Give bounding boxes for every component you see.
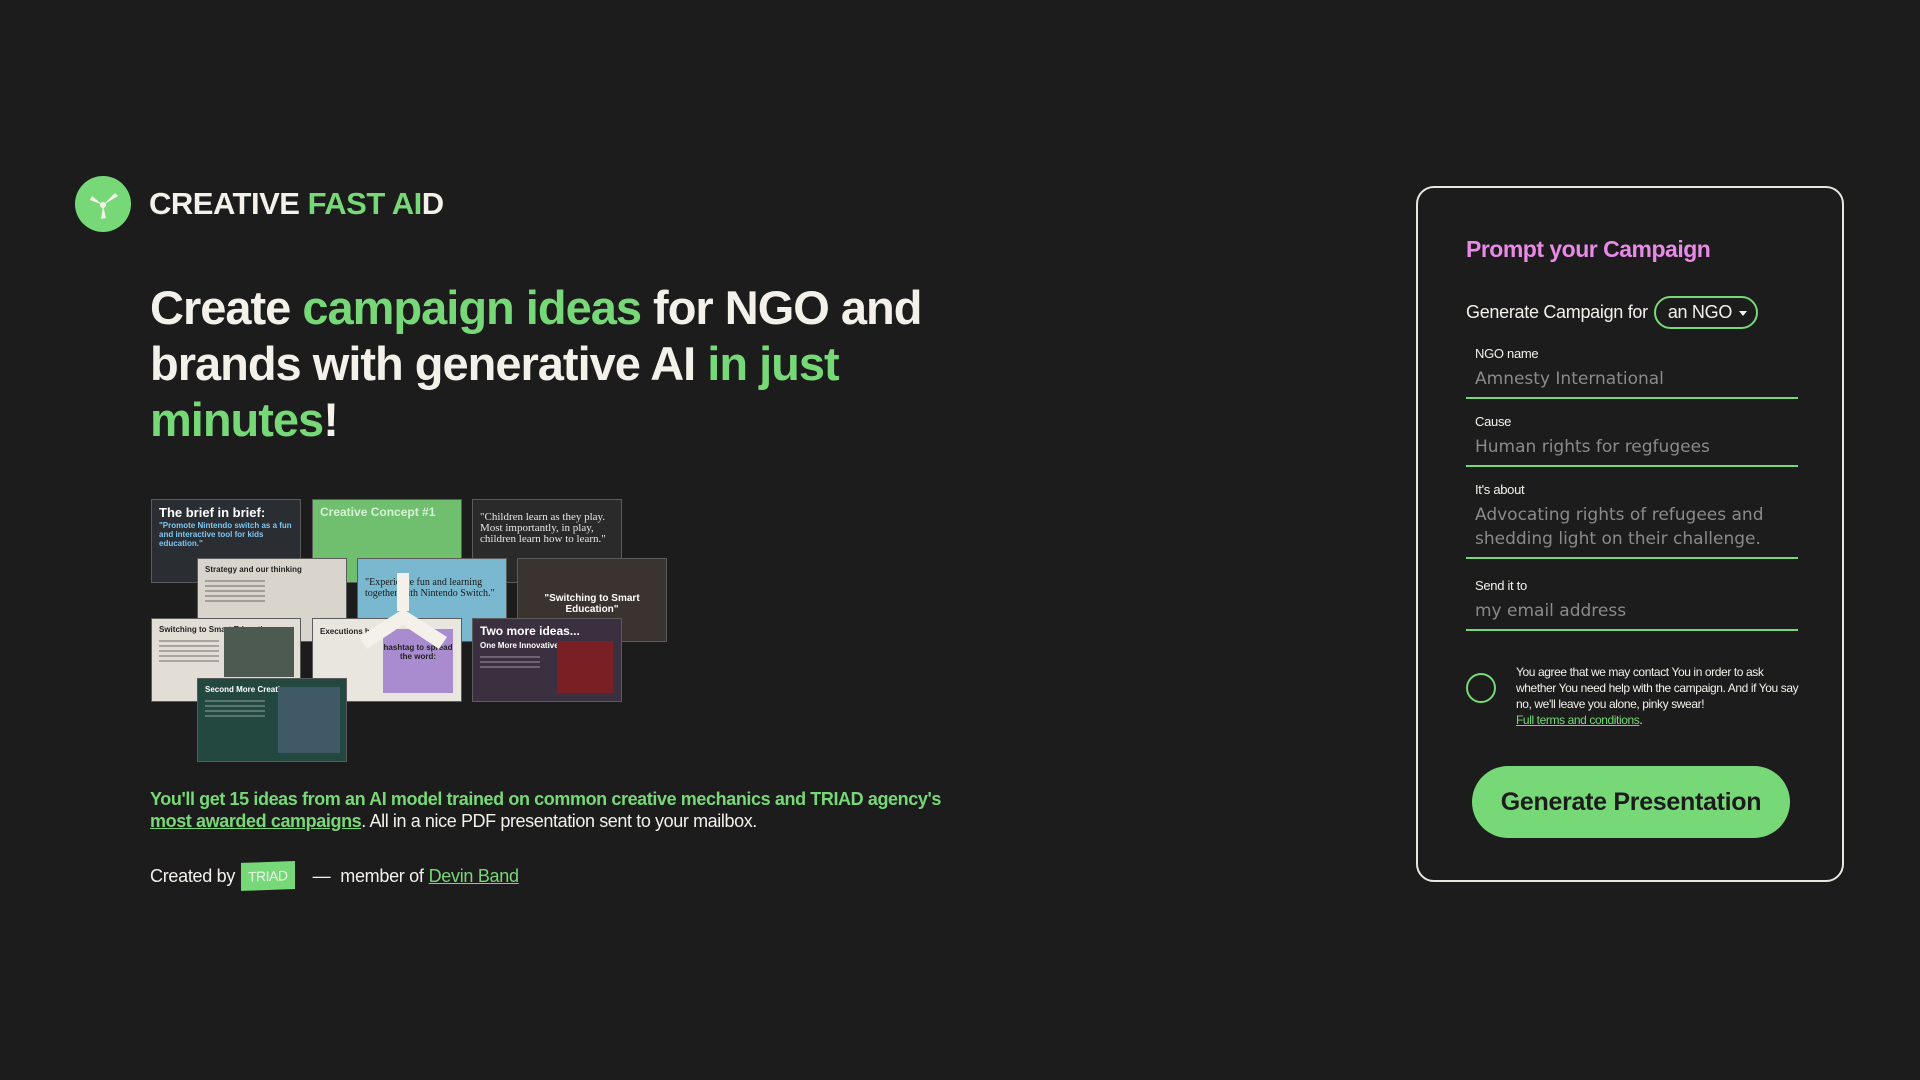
propeller-watermark-icon: [359, 573, 447, 649]
generate-for-row: Generate Campaign for an NGO: [1466, 296, 1759, 329]
landing-page: CREATIVE FAST AID Create campaign ideas …: [0, 0, 1920, 1080]
presentation-preview-collage: The brief in brief: "Promote Nintendo sw…: [150, 498, 670, 768]
credit-line: Created by TRIAD — member of Devin Band: [150, 861, 519, 891]
most-awarded-campaigns-link[interactable]: most awarded campaigns: [150, 811, 362, 831]
slide-photo: [278, 687, 340, 753]
page-headline: Create campaign ideas for NGO and brands…: [150, 281, 922, 446]
propeller-icon: [75, 176, 131, 232]
brand-name: CREATIVE FAST AID: [149, 186, 444, 221]
generate-for-select[interactable]: an NGO: [1653, 296, 1759, 329]
slide-photo: [557, 641, 613, 693]
devin-band-link[interactable]: Devin Band: [429, 866, 519, 887]
slide-two-more-ideas: Two more ideas... One More Innovative: [472, 618, 622, 702]
ngo-name-input[interactable]: [1466, 367, 1798, 397]
triad-logo: TRIAD: [241, 861, 295, 891]
description-text: You'll get 15 ideas from an AI model tra…: [150, 789, 941, 831]
slide-photo: [224, 627, 294, 677]
ngo-name-field: NGO name: [1466, 346, 1798, 399]
email-field: Send it to: [1466, 578, 1798, 631]
consent-text: You agree that we may contact You in ord…: [1516, 665, 1799, 727]
about-textarea[interactable]: [1466, 503, 1798, 557]
slide-second-creative: Second More Creative: [197, 678, 347, 762]
consent-radio[interactable]: [1466, 673, 1496, 703]
cause-field: Cause: [1466, 414, 1798, 467]
generate-presentation-button[interactable]: Generate Presentation: [1472, 766, 1790, 838]
brand-header: CREATIVE FAST AID: [75, 176, 444, 232]
form-title: Prompt your Campaign: [1466, 236, 1711, 262]
terms-link[interactable]: Full terms and conditions: [1516, 713, 1640, 727]
email-input[interactable]: [1466, 599, 1798, 629]
consent-row: You agree that we may contact You in ord…: [1466, 664, 1802, 728]
caret-down-icon: [1739, 311, 1748, 316]
about-field: It's about: [1466, 482, 1798, 559]
campaign-form-card: Prompt your Campaign Generate Campaign f…: [1416, 186, 1844, 882]
cause-input[interactable]: [1466, 435, 1798, 465]
